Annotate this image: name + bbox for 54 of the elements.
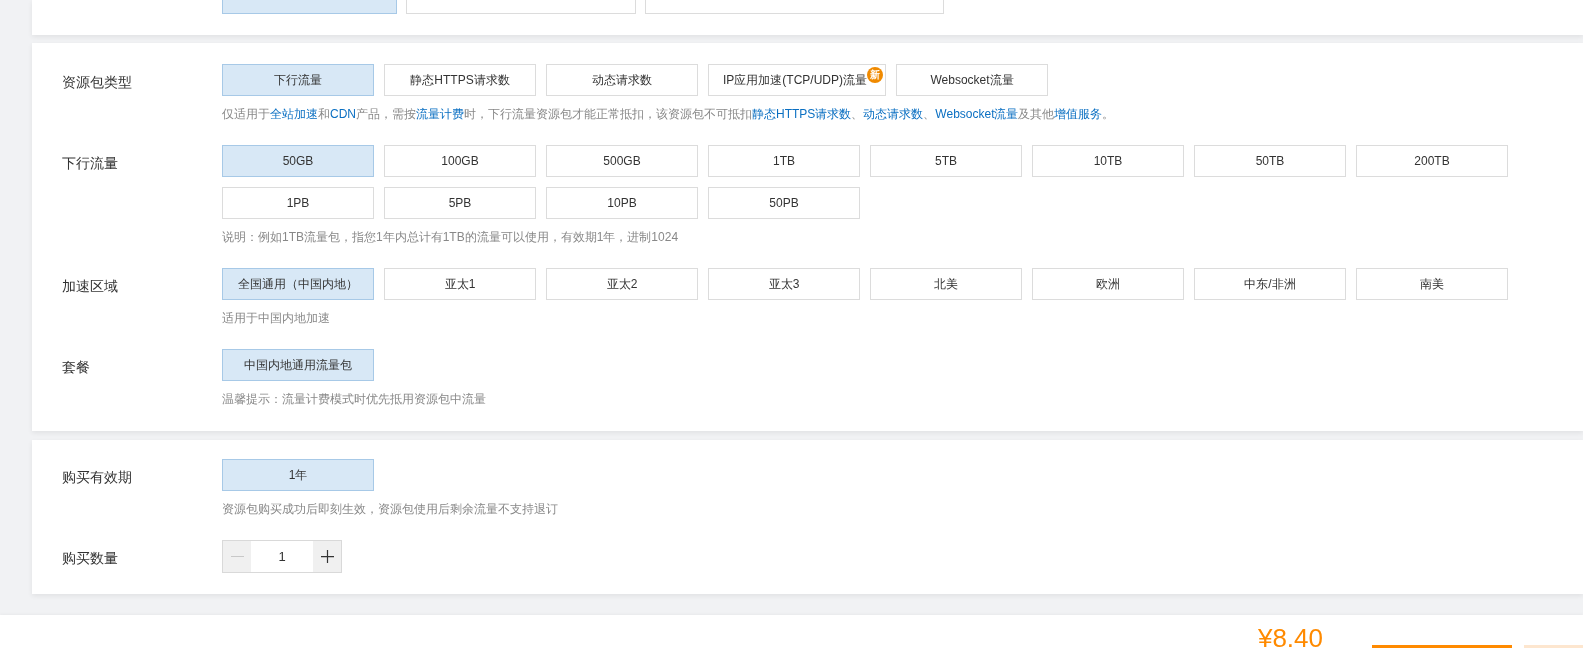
option-button[interactable]: 500GB bbox=[546, 145, 698, 177]
option-button[interactable]: Websocket流量 bbox=[896, 64, 1048, 96]
option-button[interactable] bbox=[222, 0, 397, 14]
option-button[interactable]: 亚太3 bbox=[708, 268, 860, 300]
plus-icon bbox=[320, 550, 334, 563]
option-button[interactable]: 50PB bbox=[708, 187, 860, 219]
field-label: 套餐 bbox=[62, 358, 90, 377]
increase-button[interactable] bbox=[313, 540, 342, 573]
hint-text: 适用于中国内地加速 bbox=[222, 310, 330, 327]
option-button[interactable]: 5TB bbox=[870, 145, 1022, 177]
option-button[interactable]: 50GB bbox=[222, 145, 374, 177]
link[interactable]: 增值服务 bbox=[1054, 107, 1103, 121]
option-button[interactable]: 1TB bbox=[708, 145, 860, 177]
link[interactable]: 动态请求数 bbox=[863, 107, 924, 121]
option-button[interactable] bbox=[645, 0, 944, 14]
link[interactable]: 流量计费 bbox=[416, 107, 464, 121]
field-label: 购买有效期 bbox=[62, 468, 132, 487]
option-button[interactable]: 动态请求数 bbox=[546, 64, 698, 96]
link[interactable]: 静态HTTPS请求数 bbox=[752, 107, 852, 121]
option-button[interactable]: IP应用加速(TCP/UDP)流量 新 bbox=[708, 64, 886, 96]
hint-text: 说明：例如1TB流量包，指您1年内总计有1TB的流量可以使用，有效期1年，进制1024 bbox=[222, 229, 679, 246]
link[interactable]: 全站加速 bbox=[270, 107, 318, 121]
option-button[interactable]: 全国通用（中国内地） bbox=[222, 268, 374, 300]
option-button[interactable]: 下行流量 bbox=[222, 64, 374, 96]
hint-text: 资源包购买成功后即刻生效，资源包使用后剩余流量不支持退订 bbox=[222, 501, 558, 518]
option-button[interactable]: 1PB bbox=[222, 187, 374, 219]
hint-text: 仅适用于全站加速和CDN产品，需按流量计费时，下行流量资源包才能正常抵扣，该资源包不可抵扣静态HTTPS请求数、动态请求数、Websocket流量及其他增值服务。 bbox=[222, 106, 1115, 123]
total-price: ¥8.40 bbox=[1257, 624, 1323, 648]
quantity-input[interactable]: 1 bbox=[251, 540, 313, 573]
field-label: 下行流量 bbox=[62, 154, 118, 173]
field-label: 资源包类型 bbox=[62, 73, 132, 92]
option-button[interactable]: 5PB bbox=[384, 187, 536, 219]
option-button[interactable]: 亚太2 bbox=[546, 268, 698, 300]
option-button[interactable]: 北美 bbox=[870, 268, 1022, 300]
option-button[interactable]: 中东/非洲 bbox=[1194, 268, 1346, 300]
option-button[interactable]: 亚太1 bbox=[384, 268, 536, 300]
field-label: 加速区域 bbox=[62, 277, 118, 296]
minus-icon bbox=[230, 556, 244, 557]
option-button[interactable]: 静态HTTPS请求数 bbox=[384, 64, 536, 96]
option-button[interactable]: 南美 bbox=[1356, 268, 1508, 300]
link[interactable]: CDN bbox=[330, 107, 356, 121]
option-button[interactable]: 欧洲 bbox=[1032, 268, 1184, 300]
hint-text: 温馨提示：流量计费模式时优先抵用资源包中流量 bbox=[222, 391, 486, 408]
option-button[interactable]: 200TB bbox=[1356, 145, 1508, 177]
option-button[interactable]: 10PB bbox=[546, 187, 698, 219]
option-button[interactable] bbox=[406, 0, 636, 14]
field-label: 购买数量 bbox=[62, 549, 118, 568]
link[interactable]: Websocket流量 bbox=[935, 107, 1019, 121]
option-button[interactable]: 50TB bbox=[1194, 145, 1346, 177]
option-button[interactable]: 10TB bbox=[1032, 145, 1184, 177]
option-button[interactable]: 100GB bbox=[384, 145, 536, 177]
option-button[interactable]: 1年 bbox=[222, 459, 374, 491]
new-badge: 新 bbox=[867, 67, 883, 83]
option-button[interactable]: 中国内地通用流量包 bbox=[222, 349, 374, 381]
